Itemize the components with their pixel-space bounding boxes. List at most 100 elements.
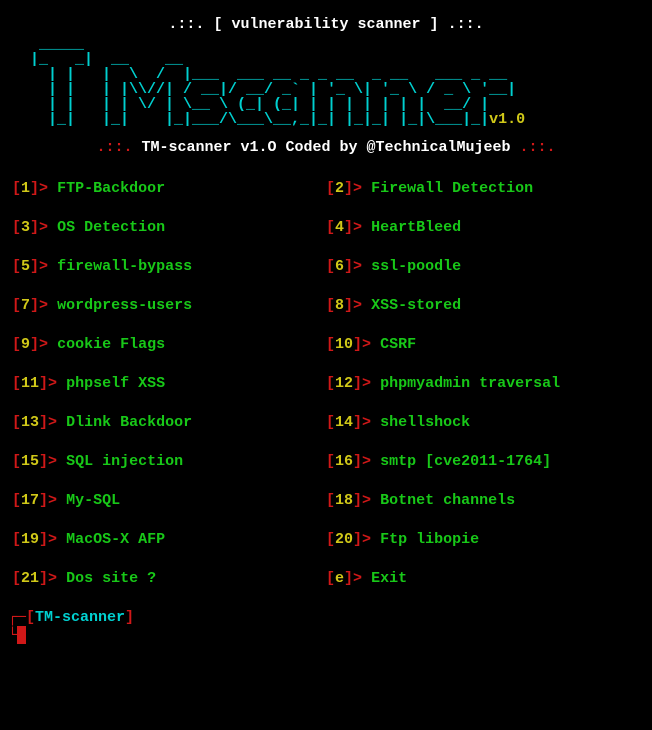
- menu-number: 4: [335, 219, 344, 236]
- subtitle-dots-right: .::.: [520, 139, 556, 156]
- arrow-icon: >: [362, 492, 380, 509]
- ascii-logo: _____ |_ _| __ __ | | | \ / |___ ___ __ …: [12, 37, 644, 127]
- menu-item-1[interactable]: [1]> FTP-Backdoor: [12, 180, 326, 197]
- arrow-icon: >: [353, 258, 371, 275]
- menu-number: e: [335, 570, 344, 587]
- bracket-open: [: [326, 258, 335, 275]
- bracket-close: ]: [30, 219, 39, 236]
- menu-number: 19: [21, 531, 39, 548]
- menu-item-19[interactable]: [19]> MacOS-X AFP: [12, 531, 326, 548]
- bracket-open: [: [12, 297, 21, 314]
- arrow-icon: >: [39, 258, 57, 275]
- bracket-open: [: [326, 414, 335, 431]
- bracket-close: ]: [344, 297, 353, 314]
- menu-item-12[interactable]: [12]> phpmyadmin traversal: [326, 375, 640, 392]
- menu-item-11[interactable]: [11]> phpself XSS: [12, 375, 326, 392]
- menu-item-20[interactable]: [20]> Ftp libopie: [326, 531, 640, 548]
- arrow-icon: >: [353, 570, 371, 587]
- bracket-open: [: [12, 336, 21, 353]
- arrow-icon: >: [48, 570, 66, 587]
- menu-item-17[interactable]: [17]> My-SQL: [12, 492, 326, 509]
- subtitle-text: TM-scanner v1.O Coded by @TechnicalMujee…: [141, 139, 510, 156]
- header-bracket-r: ]: [430, 16, 439, 33]
- version-label: v1.0: [489, 111, 525, 128]
- bracket-close: ]: [344, 258, 353, 275]
- menu-item-16[interactable]: [16]> smtp [cve2011-1764]: [326, 453, 640, 470]
- header-title: vulnerability scanner: [231, 16, 420, 33]
- arrow-icon: >: [39, 180, 57, 197]
- prompt-line-1: ┌─[TM-scanner]: [8, 609, 644, 626]
- bracket-open: [: [12, 375, 21, 392]
- menu-label: FTP-Backdoor: [57, 180, 165, 197]
- menu-item-14[interactable]: [14]> shellshock: [326, 414, 640, 431]
- bracket-close: ]: [39, 570, 48, 587]
- menu-number: 20: [335, 531, 353, 548]
- bracket-open: [: [12, 414, 21, 431]
- bracket-close: ]: [30, 297, 39, 314]
- menu-item-4[interactable]: [4]> HeartBleed: [326, 219, 640, 236]
- bracket-close: ]: [353, 453, 362, 470]
- menu-item-8[interactable]: [8]> XSS-stored: [326, 297, 640, 314]
- menu-label: smtp [cve2011-1764]: [380, 453, 551, 470]
- menu-label: Dos site ?: [66, 570, 156, 587]
- bracket-open: [: [12, 492, 21, 509]
- menu-label: firewall-bypass: [57, 258, 192, 275]
- arrow-icon: >: [362, 375, 380, 392]
- menu-number: 2: [335, 180, 344, 197]
- menu-item-6[interactable]: [6]> ssl-poodle: [326, 258, 640, 275]
- bracket-open: [: [326, 492, 335, 509]
- menu-number: 18: [335, 492, 353, 509]
- menu-number: 12: [335, 375, 353, 392]
- bracket-open: [: [12, 531, 21, 548]
- bracket-open: [: [12, 180, 21, 197]
- menu-item-15[interactable]: [15]> SQL injection: [12, 453, 326, 470]
- menu-number: 11: [21, 375, 39, 392]
- menu-label: Botnet channels: [380, 492, 515, 509]
- menu-label: Ftp libopie: [380, 531, 479, 548]
- menu-item-9[interactable]: [9]> cookie Flags: [12, 336, 326, 353]
- bracket-open: [: [326, 297, 335, 314]
- menu-label: XSS-stored: [371, 297, 461, 314]
- bracket-close: ]: [30, 336, 39, 353]
- arrow-icon: >: [353, 219, 371, 236]
- menu-item-e[interactable]: [e]> Exit: [326, 570, 640, 587]
- bracket-open: [: [12, 570, 21, 587]
- arrow-icon: >: [353, 297, 371, 314]
- menu-label: Exit: [371, 570, 407, 587]
- bracket-open: [: [326, 453, 335, 470]
- menu-label: MacOS-X AFP: [66, 531, 165, 548]
- menu-number: 8: [335, 297, 344, 314]
- menu-label: Dlink Backdoor: [66, 414, 192, 431]
- menu-number: 17: [21, 492, 39, 509]
- menu-label: SQL injection: [66, 453, 183, 470]
- bracket-close: ]: [30, 258, 39, 275]
- menu-label: CSRF: [380, 336, 416, 353]
- menu-number: 15: [21, 453, 39, 470]
- prompt-section: ┌─[TM-scanner] └: [8, 609, 644, 644]
- menu-item-2[interactable]: [2]> Firewall Detection: [326, 180, 640, 197]
- menu-number: 21: [21, 570, 39, 587]
- arrow-icon: >: [362, 336, 380, 353]
- menu-item-5[interactable]: [5]> firewall-bypass: [12, 258, 326, 275]
- menu-label: phpself XSS: [66, 375, 165, 392]
- bracket-open: [: [12, 219, 21, 236]
- menu-number: 9: [21, 336, 30, 353]
- menu-label: wordpress-users: [57, 297, 192, 314]
- menu-item-7[interactable]: [7]> wordpress-users: [12, 297, 326, 314]
- arrow-icon: >: [48, 414, 66, 431]
- header-dots-right: .::.: [448, 16, 484, 33]
- menu-item-3[interactable]: [3]> OS Detection: [12, 219, 326, 236]
- menu-item-21[interactable]: [21]> Dos site ?: [12, 570, 326, 587]
- menu-number: 14: [335, 414, 353, 431]
- bracket-open: [: [12, 453, 21, 470]
- menu-item-18[interactable]: [18]> Botnet channels: [326, 492, 640, 509]
- menu-number: 13: [21, 414, 39, 431]
- menu-grid: [1]> FTP-Backdoor[2]> Firewall Detection…: [8, 180, 644, 587]
- menu-item-13[interactable]: [13]> Dlink Backdoor: [12, 414, 326, 431]
- menu-label: HeartBleed: [371, 219, 461, 236]
- arrow-icon: >: [48, 492, 66, 509]
- prompt-line-2[interactable]: └: [8, 626, 644, 644]
- bracket-close: ]: [353, 531, 362, 548]
- menu-item-10[interactable]: [10]> CSRF: [326, 336, 640, 353]
- arrow-icon: >: [362, 414, 380, 431]
